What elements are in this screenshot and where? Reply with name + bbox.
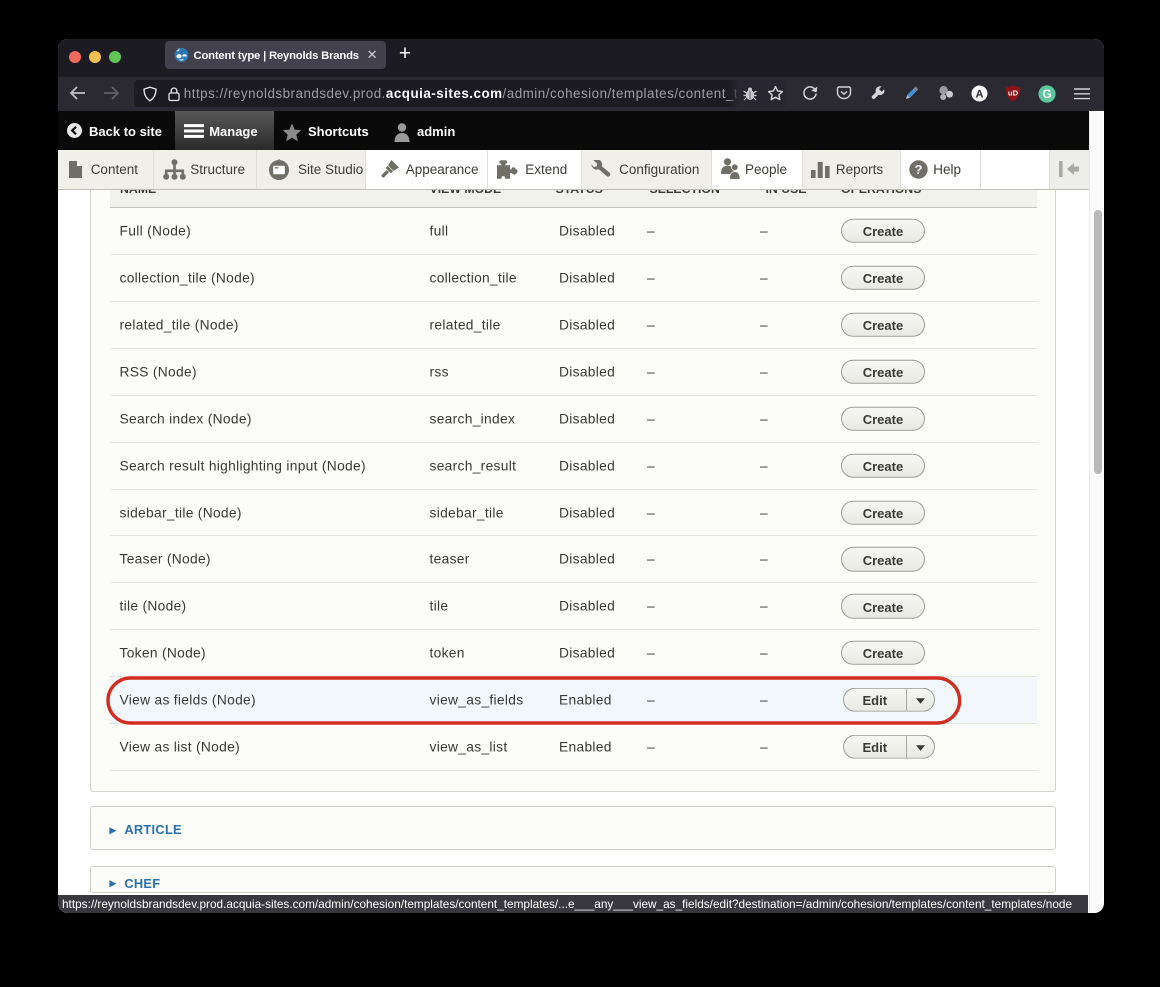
svg-text:?: ?: [914, 162, 922, 177]
svg-text:G: G: [1042, 87, 1051, 101]
svg-text:uD: uD: [1008, 89, 1019, 98]
svg-text:A: A: [976, 89, 984, 101]
